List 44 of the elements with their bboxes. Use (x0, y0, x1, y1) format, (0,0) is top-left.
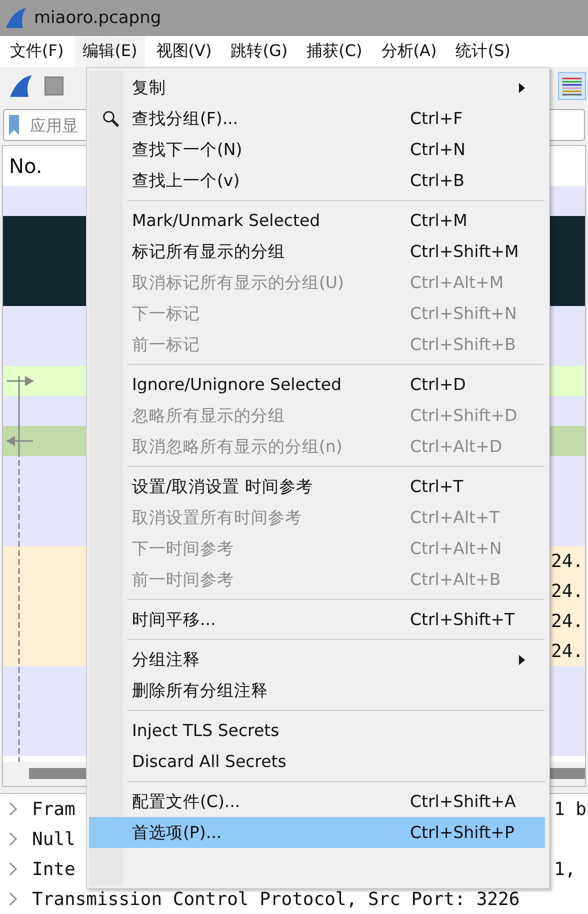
menu-item[interactable]: 配置文件(C)... Ctrl+Shift+A (89, 786, 545, 817)
menu-bar-item[interactable]: 捕获(C) (298, 36, 370, 67)
menu-item[interactable]: 删除所有分组注释 (89, 675, 545, 706)
stop-icon[interactable] (42, 74, 66, 98)
submenu-arrow-icon (519, 83, 525, 93)
submenu-arrow-icon (519, 655, 525, 665)
table-cell: 24. (551, 640, 585, 662)
menu-item[interactable]: 分组注释 (89, 644, 545, 675)
tree-item[interactable]: Transmission Control Protocol, Src Port: 3226 (32, 888, 520, 910)
window-title: miaoro.pcapng (34, 8, 162, 28)
menu-bar-item[interactable]: 跳转(G) (222, 36, 296, 67)
menu-item[interactable]: 标记所有显示的分组 Ctrl+Shift+M (89, 236, 545, 267)
bookmark-icon[interactable] (8, 114, 20, 136)
menu-bar-item[interactable]: 文件(F) (2, 36, 72, 67)
colorize-icon[interactable] (558, 72, 586, 100)
menu-item[interactable]: 复制 (89, 72, 545, 103)
table-cell: 24. (551, 580, 585, 602)
table-cell: 24. (551, 550, 585, 572)
tree-item[interactable]: 1 b (554, 798, 587, 820)
shark-fin-icon (4, 6, 28, 30)
tree-item[interactable]: 1, (554, 858, 576, 880)
table-cell: 24. (551, 610, 585, 632)
menu-item[interactable]: 首选项(P)... Ctrl+Shift+P (89, 817, 545, 848)
tree-item[interactable]: Null (32, 828, 76, 850)
menu-item[interactable]: Ignore/Unignore Selected Ctrl+D (89, 369, 545, 400)
menu-bar-item[interactable]: 视图(V) (148, 36, 220, 67)
left-arrow-icon (5, 435, 35, 447)
menu-bar-item[interactable]: 统计(S) (448, 36, 518, 67)
column-header[interactable]: No. (9, 154, 42, 178)
shark-fin-icon[interactable] (8, 73, 34, 99)
search-icon (102, 110, 120, 128)
menu-item[interactable]: Discard All Secrets (89, 746, 545, 777)
tree-item[interactable]: Fram (32, 798, 76, 820)
tree-item[interactable]: Inte (32, 858, 76, 880)
menu-bar-item[interactable]: 编辑(E) (74, 36, 146, 67)
menu-item[interactable]: 查找下一个(N) Ctrl+N (89, 134, 545, 165)
menu-item[interactable]: 查找上一个(v) Ctrl+B (89, 165, 545, 196)
menu-bar-item[interactable]: 分析(A) (373, 36, 445, 67)
menu-item[interactable]: 设置/取消设置 时间参考 Ctrl+T (89, 471, 545, 502)
menu-item[interactable]: Inject TLS Secrets (89, 715, 545, 746)
right-arrow-icon (5, 375, 35, 387)
menu-item[interactable]: 查找分组(F)... Ctrl+F (89, 103, 545, 134)
menu-item[interactable]: 时间平移... Ctrl+Shift+T (89, 604, 545, 635)
menu-item[interactable]: Mark/Unmark Selected Ctrl+M (89, 205, 545, 236)
